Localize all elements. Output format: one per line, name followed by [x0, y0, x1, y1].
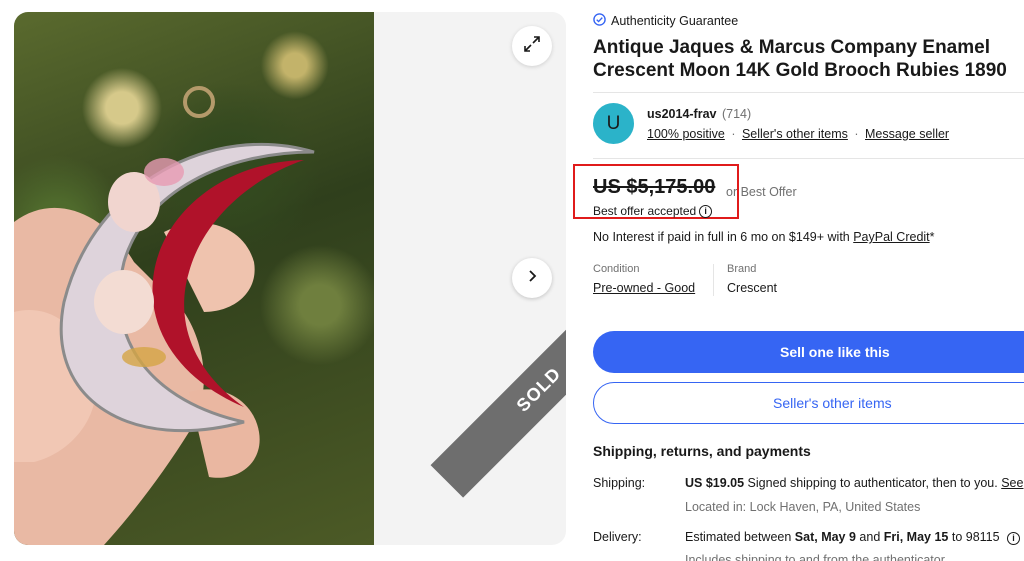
seller-card: U us2014-frav (714) 100% positive · Sell… — [593, 103, 949, 144]
seller-other-items-link[interactable]: Seller's other items — [742, 127, 848, 141]
next-image-button[interactable] — [512, 258, 552, 298]
authenticity-guarantee[interactable]: Authenticity Guarantee — [593, 13, 738, 29]
financing-note: No Interest if paid in full in 6 mo on $… — [593, 230, 935, 244]
product-photo[interactable] — [14, 12, 374, 545]
seller-avatar[interactable]: U — [593, 103, 634, 144]
sold-ribbon: SOLD — [430, 281, 566, 498]
image-gallery: SOLD — [14, 12, 566, 545]
message-seller-link[interactable]: Message seller — [865, 127, 949, 141]
seller-name[interactable]: us2014-frav — [647, 107, 717, 121]
shipping-label: Shipping: — [593, 476, 646, 490]
shipping-value: US $19.05 Signed shipping to authenticat… — [685, 476, 1023, 490]
expand-button[interactable] — [512, 26, 552, 66]
authenticity-label: Authenticity Guarantee — [611, 14, 739, 28]
delivery-value: Estimated between Sat, May 9 and Fri, Ma… — [685, 530, 1021, 545]
delivery-label: Delivery: — [593, 530, 642, 544]
item-price: US $5,175.00 — [593, 176, 716, 198]
brand-label: Brand — [727, 263, 757, 275]
check-circle-icon — [593, 13, 606, 29]
seller-other-items-button[interactable]: Seller's other items — [593, 382, 1024, 424]
brand-value: Crescent — [727, 281, 778, 295]
delivery-note: Includes shipping to and from the authen… — [685, 553, 945, 561]
feedback-count: (714) — [721, 106, 752, 121]
item-details: Authenticity Guarantee Antique Jaques & … — [573, 0, 1024, 561]
sell-one-like-this-button[interactable]: Sell one like this — [593, 331, 1024, 373]
location: Located in: Lock Haven, PA, United State… — [685, 500, 920, 514]
best-offer-accepted: Best offer accepted i — [593, 204, 713, 218]
delivery-end: Fri, May 15 — [883, 530, 949, 544]
shipping-desc: Signed shipping to authenticator, then t… — [744, 476, 1002, 490]
best-offer-label: or Best Offer — [726, 185, 797, 199]
sold-label: SOLD — [512, 362, 565, 416]
condition-value[interactable]: Pre-owned - Good — [593, 281, 695, 295]
see-details-link[interactable]: See — [1001, 476, 1023, 490]
expand-icon — [523, 35, 541, 58]
delivery-info-icon[interactable]: i — [1007, 531, 1021, 545]
paypal-credit-link[interactable]: PayPal Credit — [853, 230, 929, 244]
divider — [593, 158, 1024, 159]
condition-label: Condition — [593, 263, 640, 275]
condition-divider — [713, 264, 714, 296]
shipping-heading: Shipping, returns, and payments — [593, 443, 811, 459]
brand-block: Brand Crescent — [727, 263, 777, 295]
financing-suffix: * — [929, 230, 935, 244]
item-title: Antique Jaques & Marcus Company Enamel C… — [593, 37, 1007, 81]
chevron-right-icon — [525, 269, 539, 288]
condition-block: Condition Pre-owned - Good — [593, 263, 695, 295]
info-icon[interactable]: i — [699, 204, 713, 218]
offer-accepted-label: Best offer accepted — [593, 204, 697, 218]
shipping-price: US $19.05 — [685, 476, 745, 490]
divider — [593, 92, 1024, 93]
location-text: Located in: Lock Haven, PA, United State… — [685, 500, 921, 514]
delivery-start: Sat, May 9 — [794, 530, 856, 544]
financing-text: No Interest if paid in full in 6 mo on $… — [593, 230, 854, 244]
positive-feedback-link[interactable]: 100% positive — [647, 127, 725, 141]
